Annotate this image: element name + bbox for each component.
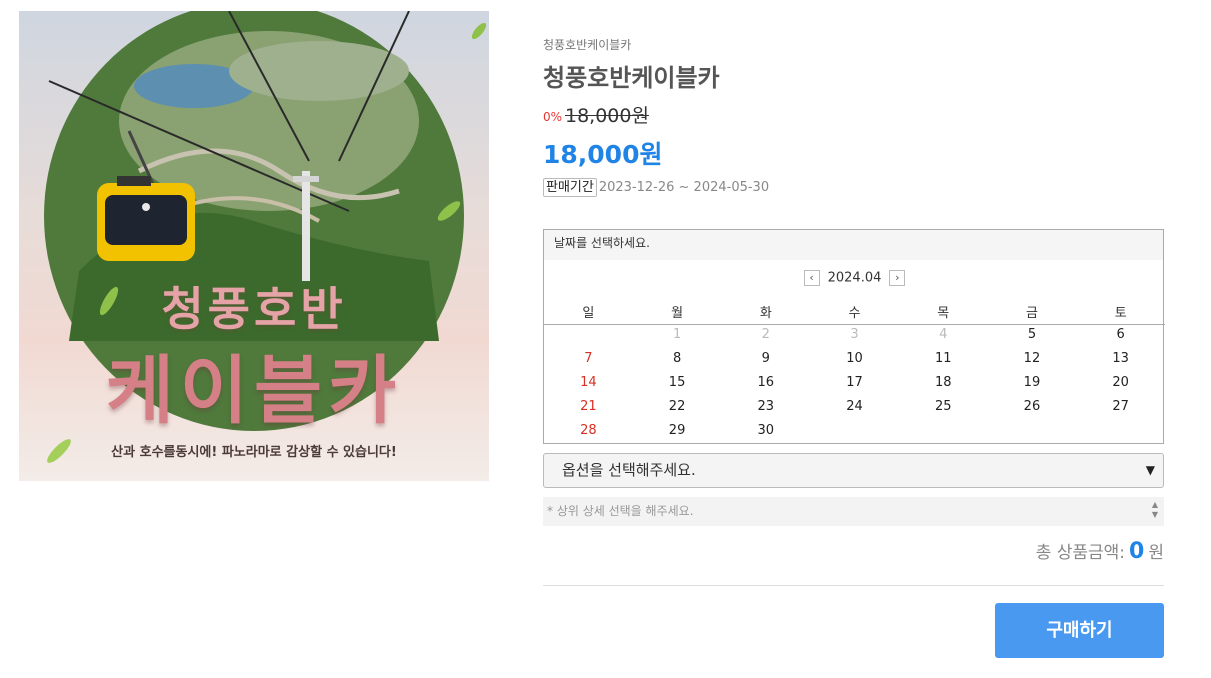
sale-period: 판매기간 2023-12-26 ~ 2024-05-30 [543, 178, 769, 197]
weekday-header: 일 월 화 수 목 금 토 [544, 302, 1165, 325]
calendar-day[interactable]: 8 [633, 350, 722, 374]
sub-option-hint: * 상위 상세 선택을 해주세요. [547, 504, 694, 518]
image-title-main: 케이블카 [105, 348, 403, 434]
calendar-day-disabled: 2 [761, 327, 770, 342]
product-info-panel: 청풍호반케이블카 청풍호반케이블카 0% 18,000원 18,000원 판매기… [543, 0, 1165, 678]
next-month-button[interactable]: › [889, 270, 906, 286]
calendar-day-disabled: 4 [939, 327, 948, 342]
calendar-day[interactable]: 6 [1076, 326, 1165, 350]
calendar-day[interactable]: 20 [1076, 374, 1165, 398]
calendar-day[interactable]: 19 [988, 374, 1077, 398]
divider [543, 585, 1164, 586]
calendar-day[interactable]: 22 [633, 398, 722, 422]
prev-month-button[interactable]: ‹ [803, 270, 820, 286]
sub-option-field[interactable]: * 상위 상세 선택을 해주세요. ▲ ▼ [543, 497, 1164, 526]
calendar-day[interactable]: 29 [633, 422, 722, 446]
calendar-day[interactable]: 23 [721, 398, 810, 422]
calendar-day-empty [810, 422, 899, 446]
weekday-sun: 일 [582, 306, 595, 321]
calendar-day[interactable]: 30 [721, 422, 810, 446]
calendar-day[interactable]: 18 [899, 374, 988, 398]
calendar-day[interactable]: 15 [633, 374, 722, 398]
option-select-value: 옵션을 선택해주세요. [562, 461, 696, 479]
weekday-wed: 수 [848, 306, 861, 321]
total-price: 총 상품금액: 0 원 [1036, 538, 1164, 564]
image-caption: 산과 호수를동시에! 파노라마로 감상할 수 있습니다! [111, 445, 397, 460]
calendar-day[interactable]: 10 [810, 350, 899, 374]
calendar-day-empty [988, 422, 1077, 446]
calendar-day[interactable]: 21 [544, 398, 633, 422]
calendar-week: 21 22 23 24 25 26 27 [544, 398, 1165, 422]
calendar-day[interactable]: 11 [899, 350, 988, 374]
total-price-label: 총 상품금액: [1035, 543, 1126, 563]
date-picker: 날짜를 선택하세요. ‹ 2024.04 › 일 월 화 수 목 금 토 1 2 3… [543, 229, 1165, 446]
calendar-week: 28 29 30 [544, 422, 1165, 446]
calendar-day[interactable]: 7 [544, 350, 633, 374]
calendar-week: 1 2 3 4 5 6 [544, 326, 1165, 350]
calendar-day[interactable]: 12 [988, 350, 1077, 374]
calendar-day[interactable]: 9 [721, 350, 810, 374]
product-image: 청풍호반 케이블카 산과 호수를동시에! 파노라마로 감상할 수 있습니다! [19, 11, 489, 481]
calendar-week: 7 8 9 10 11 12 13 [544, 350, 1165, 374]
option-select[interactable]: 옵션을 선택해주세요. ▼ [543, 453, 1164, 488]
total-price-amount: 0 [1129, 539, 1145, 564]
sale-period-label: 판매기간 [543, 178, 597, 197]
calendar-day[interactable]: 24 [810, 398, 899, 422]
calendar-day[interactable]: 16 [721, 374, 810, 398]
weekday-tue: 화 [759, 306, 772, 321]
calendar-day [544, 326, 633, 350]
sale-period-value: 2023-12-26 ~ 2024-05-30 [598, 180, 770, 195]
discount-rate: 0% [543, 110, 563, 124]
calendar-day-empty [1076, 422, 1165, 446]
calendar-day[interactable]: 25 [899, 398, 988, 422]
calendar-day-empty [899, 422, 988, 446]
current-month: 2024.04 [827, 270, 882, 286]
sale-price: 18,000원 [543, 140, 663, 169]
buy-button[interactable]: 구매하기 [995, 603, 1164, 658]
calendar-day[interactable]: 5 [988, 326, 1077, 350]
weekday-thu: 목 [937, 306, 950, 321]
calendar-week: 14 15 16 17 18 19 20 [544, 374, 1165, 398]
weekday-fri: 금 [1025, 306, 1038, 321]
calendar-day[interactable]: 26 [988, 398, 1077, 422]
chevron-down-icon: ▼ [1145, 463, 1155, 477]
spinner-icon[interactable]: ▲ ▼ [1152, 500, 1158, 520]
original-price: 18,000원 [565, 105, 649, 127]
total-price-unit: 원 [1148, 543, 1164, 563]
brand-name[interactable]: 청풍호반케이블카 [543, 36, 631, 53]
month-navigation: ‹ 2024.04 › [544, 270, 1165, 286]
calendar-grid: 1 2 3 4 5 6 7 8 9 10 11 12 13 14 15 16 1… [544, 326, 1165, 446]
date-picker-header: 날짜를 선택하세요. [544, 230, 1163, 260]
calendar-day-disabled: 3 [850, 327, 859, 342]
calendar-day[interactable]: 13 [1076, 350, 1165, 374]
calendar-day[interactable]: 14 [544, 374, 633, 398]
image-title-top: 청풍호반 [161, 282, 347, 336]
weekday-sat: 토 [1114, 306, 1127, 321]
calendar-day[interactable]: 17 [810, 374, 899, 398]
weekday-mon: 월 [671, 306, 684, 321]
calendar-day[interactable]: 28 [544, 422, 633, 446]
calendar-day[interactable]: 27 [1076, 398, 1165, 422]
product-title: 청풍호반케이블카 [543, 64, 720, 92]
calendar-day-disabled: 1 [672, 327, 682, 342]
